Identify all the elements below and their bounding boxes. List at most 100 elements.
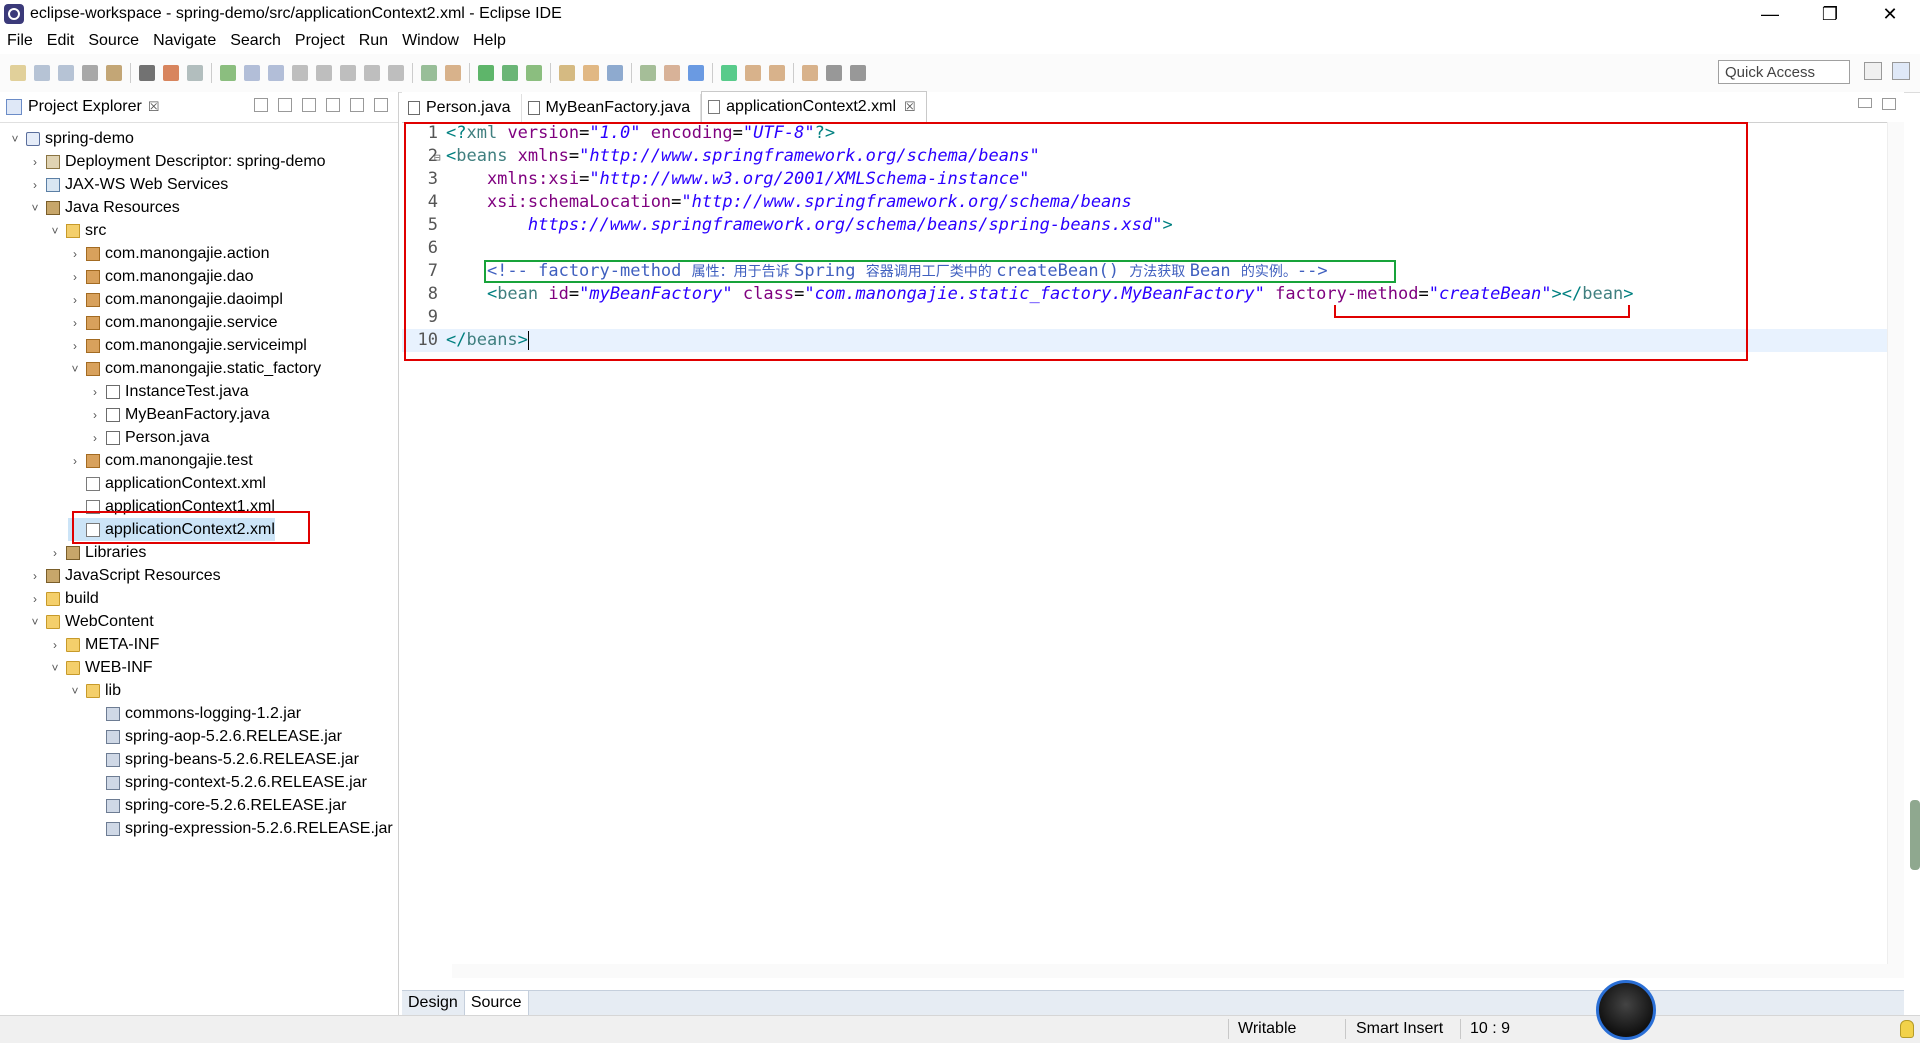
expand-arrow-icon[interactable]: › [88, 408, 102, 422]
expand-arrow-icon[interactable]: ˅ [28, 615, 42, 629]
drop-frame-icon[interactable] [388, 65, 404, 81]
resume-icon[interactable] [244, 65, 260, 81]
expand-arrow-icon[interactable]: › [28, 569, 42, 583]
tree-item[interactable]: ˅ lib [68, 679, 121, 702]
tree-item[interactable]: › com.manongajie.dao [68, 265, 254, 288]
debug-icon[interactable] [220, 65, 236, 81]
vertical-scrollbar[interactable] [1887, 122, 1904, 978]
menu-run[interactable]: Run [352, 32, 395, 50]
tree-item[interactable]: ˅ spring-demo [8, 127, 133, 150]
expand-arrow-icon[interactable]: ˅ [8, 132, 22, 146]
step-into-icon[interactable] [316, 65, 332, 81]
tree-item[interactable]: applicationContext.xml [68, 472, 266, 495]
maximize-editor-icon[interactable] [1882, 98, 1896, 110]
expand-arrow-icon[interactable]: ˅ [68, 684, 82, 698]
menu-help[interactable]: Help [466, 32, 513, 50]
open-type-icon[interactable] [640, 65, 656, 81]
back-icon[interactable] [826, 65, 842, 81]
tree-item[interactable]: › com.manongajie.serviceimpl [68, 334, 307, 357]
tree-item[interactable]: ˅ WebContent [28, 610, 153, 633]
collapse-all-icon[interactable] [254, 98, 268, 112]
terminate-icon[interactable] [292, 65, 308, 81]
step-return-icon[interactable] [364, 65, 380, 81]
coverage-icon[interactable] [502, 65, 518, 81]
tree-item[interactable]: commons-logging-1.2.jar [88, 702, 301, 725]
save-all-icon[interactable] [58, 65, 74, 81]
tree-item[interactable]: spring-beans-5.2.6.RELEASE.jar [88, 748, 359, 771]
expand-arrow-icon[interactable]: ˅ [68, 362, 82, 376]
toggle-breakpoint-icon[interactable] [421, 65, 437, 81]
tab-mybeanfactory-java[interactable]: MyBeanFactory.java [522, 94, 702, 122]
expand-arrow-icon[interactable]: › [68, 293, 82, 307]
close-tab-icon[interactable]: ☒ [904, 99, 916, 115]
menu-file[interactable]: File [0, 32, 40, 50]
view-menu-icon[interactable] [326, 98, 340, 112]
tree-item[interactable]: spring-aop-5.2.6.RELEASE.jar [88, 725, 342, 748]
close-view-icon[interactable]: ☒ [148, 99, 160, 115]
search-icon[interactable] [664, 65, 680, 81]
new-icon[interactable] [10, 65, 26, 81]
link-with-editor-icon[interactable] [278, 98, 292, 112]
maximize-view-icon[interactable] [374, 98, 388, 112]
horizontal-scrollbar[interactable] [452, 964, 1888, 978]
menu-search[interactable]: Search [223, 32, 288, 50]
expand-arrow-icon[interactable]: › [68, 339, 82, 353]
expand-arrow-icon[interactable]: ˅ [48, 224, 62, 238]
close-button[interactable]: ✕ [1860, 0, 1920, 28]
undo-icon[interactable] [106, 65, 122, 81]
filter-icon[interactable] [302, 98, 316, 112]
prev-annotation-icon[interactable] [769, 65, 785, 81]
run-icon[interactable] [478, 65, 494, 81]
menu-edit[interactable]: Edit [40, 32, 82, 50]
external-browser-icon[interactable] [721, 65, 737, 81]
tree-item[interactable]: ˅ com.manongajie.static_factory [68, 357, 321, 380]
tab-source[interactable]: Source [463, 991, 529, 1015]
minimize-button[interactable]: — [1740, 0, 1800, 28]
expand-arrow-icon[interactable]: › [48, 638, 62, 652]
profile-icon[interactable] [139, 65, 155, 81]
tab-design[interactable]: Design [402, 991, 464, 1015]
tree-item[interactable]: › com.manongajie.service [68, 311, 278, 334]
tree-item[interactable]: ˅ src [48, 219, 106, 242]
tree-item[interactable]: › MyBeanFactory.java [88, 403, 270, 426]
menu-source[interactable]: Source [81, 32, 146, 50]
minimize-editor-icon[interactable] [1858, 98, 1872, 108]
tree-item[interactable]: › JAX-WS Web Services [28, 173, 228, 196]
tree-item[interactable]: spring-expression-5.2.6.RELEASE.jar [88, 817, 393, 840]
forward-icon[interactable] [850, 65, 866, 81]
tree-item[interactable]: › Person.java [88, 426, 210, 449]
restore-button[interactable]: ❐ [1800, 0, 1860, 28]
new-class-icon[interactable] [607, 65, 623, 81]
tree-item[interactable]: › InstanceTest.java [88, 380, 249, 403]
expand-arrow-icon[interactable]: › [48, 546, 62, 560]
expand-arrow-icon[interactable]: › [88, 431, 102, 445]
tree-item[interactable]: › JavaScript Resources [28, 564, 221, 587]
tree-item[interactable]: ˅ WEB-INF [48, 656, 152, 679]
tree-item[interactable]: spring-context-5.2.6.RELEASE.jar [88, 771, 367, 794]
expand-arrow-icon[interactable]: › [68, 316, 82, 330]
expand-arrow-icon[interactable]: ˅ [48, 661, 62, 675]
menu-window[interactable]: Window [395, 32, 466, 50]
new-server-icon[interactable] [163, 65, 179, 81]
tab-applicationcontext2-xml[interactable]: applicationContext2.xml ☒ [701, 91, 927, 122]
new-package-icon[interactable] [583, 65, 599, 81]
expand-arrow-icon[interactable]: › [28, 155, 42, 169]
expand-arrow-icon[interactable]: › [28, 592, 42, 606]
minimize-view-icon[interactable] [350, 98, 364, 112]
step-over-icon[interactable] [340, 65, 356, 81]
java-ee-perspective-icon[interactable] [1892, 62, 1910, 80]
expand-arrow-icon[interactable]: ˅ [28, 201, 42, 215]
tree-item[interactable]: › build [28, 587, 99, 610]
debug-run-icon[interactable] [526, 65, 542, 81]
open-perspective-icon[interactable] [1864, 62, 1882, 80]
expand-arrow-icon[interactable]: › [88, 385, 102, 399]
tree-item[interactable]: › com.manongajie.test [68, 449, 253, 472]
expand-arrow-icon[interactable]: › [28, 178, 42, 192]
quick-access-input[interactable]: Quick Access [1718, 60, 1850, 84]
lightbulb-icon[interactable] [1900, 1020, 1914, 1038]
last-edit-icon[interactable] [802, 65, 818, 81]
tree-item[interactable]: spring-core-5.2.6.RELEASE.jar [88, 794, 346, 817]
menu-navigate[interactable]: Navigate [146, 32, 223, 50]
tree-item[interactable]: › Libraries [48, 541, 146, 564]
expand-arrow-icon[interactable]: › [68, 270, 82, 284]
